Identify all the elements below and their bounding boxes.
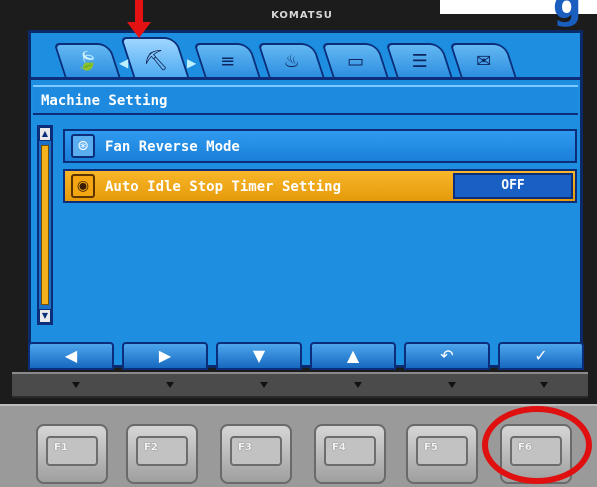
fan-icon: ⊛	[71, 134, 95, 158]
key-face: F2	[136, 436, 188, 466]
indicator-tick	[72, 382, 80, 388]
back-icon: ↶	[404, 342, 490, 370]
menu-item-label: Auto Idle Stop Timer Setting	[105, 179, 342, 195]
tab-right-arrow-icon: ▶	[187, 56, 197, 70]
f3-button[interactable]: F3	[220, 424, 292, 484]
key-label: F2	[144, 442, 158, 453]
key-label: F5	[424, 442, 438, 453]
key-face: F1	[46, 436, 98, 466]
tab-fluid[interactable]: ♨	[257, 43, 325, 77]
scroll-thumb[interactable]	[41, 145, 49, 305]
tab-mail[interactable]: ✉	[449, 43, 517, 77]
screen-title-bar: Machine Setting	[33, 85, 578, 115]
indicator-strip	[12, 372, 588, 398]
indicator-tick	[448, 382, 456, 388]
tab-list[interactable]: ☰	[385, 43, 453, 77]
key-face: F3	[230, 436, 282, 466]
up-arrow-icon: ▲	[310, 342, 396, 370]
confirm-check-icon: ✓	[498, 342, 584, 370]
f4-button[interactable]: F4	[314, 424, 386, 484]
leaf-icon: 🍃	[76, 51, 99, 72]
callout-highlight-ring	[482, 406, 592, 484]
setting-value: OFF	[453, 173, 573, 199]
f2-button[interactable]: F2	[126, 424, 198, 484]
key-label: F4	[332, 442, 346, 453]
menu-item-label: Fan Reverse Mode	[105, 139, 240, 155]
mail-icon: ✉	[476, 51, 492, 72]
tab-leaf[interactable]: 🍃	[53, 43, 121, 77]
key-face: F4	[324, 436, 376, 466]
callout-arrow-icon	[127, 22, 151, 38]
scrollbar[interactable]: ▲ ▼	[37, 125, 53, 325]
key-label: F3	[238, 442, 252, 453]
indicator-tick	[260, 382, 268, 388]
fluid-level-icon: ♨	[283, 51, 300, 72]
indicator-tick	[166, 382, 174, 388]
airflow-icon: ≡	[220, 51, 236, 72]
tab-machine-setting[interactable]: ⛏	[120, 37, 190, 79]
display-screen: 🍃 ⛏ ◀ ▶ ≡ ♨ ▭ ☰ ✉ Machine Setting ▲ ▼ ⊛ …	[28, 30, 583, 368]
tab-manual[interactable]: ▭	[321, 43, 389, 77]
corner-text-fragment: g	[553, 0, 582, 28]
tab-underline	[31, 77, 580, 80]
down-arrow-icon: ▼	[216, 342, 302, 370]
key-face: F5	[416, 436, 468, 466]
callout-arrow-shaft	[135, 0, 143, 24]
f5-button[interactable]: F5	[406, 424, 478, 484]
scroll-down-icon[interactable]: ▼	[39, 309, 51, 323]
left-arrow-icon: ◀	[28, 342, 114, 370]
machine-operator-icon: ⛏	[142, 48, 169, 72]
tab-left-arrow-icon: ◀	[119, 56, 129, 70]
scroll-up-icon[interactable]: ▲	[39, 127, 51, 141]
tab-airflow[interactable]: ≡	[193, 43, 261, 77]
menu-item-auto-idle-stop-timer[interactable]: ◉ Auto Idle Stop Timer Setting OFF	[63, 169, 577, 203]
right-arrow-icon: ▶	[122, 342, 208, 370]
f1-button[interactable]: F1	[36, 424, 108, 484]
page-title: Machine Setting	[41, 93, 168, 109]
key-label: F1	[54, 442, 68, 453]
brand-logo: KOMATSU	[271, 10, 333, 21]
menu-item-fan-reverse-mode[interactable]: ⊛ Fan Reverse Mode	[63, 129, 577, 163]
tab-strip: 🍃 ⛏ ◀ ▶ ≡ ♨ ▭ ☰ ✉	[49, 37, 549, 79]
softkey-label-bar: ◀ ▶ ▼ ▲ ↶ ✓	[28, 342, 584, 372]
list-icon: ☰	[411, 51, 428, 72]
manual-book-icon: ▭	[347, 51, 365, 72]
indicator-tick	[540, 382, 548, 388]
indicator-tick	[354, 382, 362, 388]
auto-idle-icon: ◉	[71, 174, 95, 198]
